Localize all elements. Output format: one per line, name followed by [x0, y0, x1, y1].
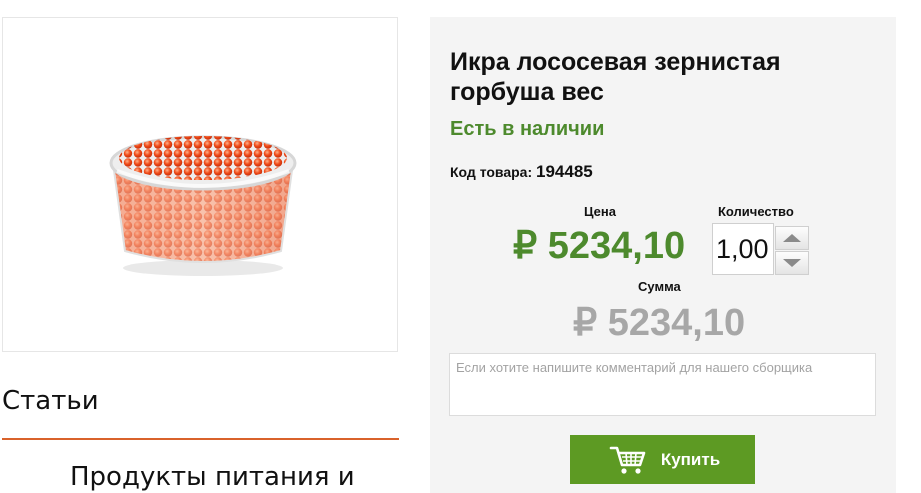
- arrow-up-icon: [783, 234, 801, 242]
- buy-button-label: Купить: [660, 449, 721, 469]
- cart-icon: [609, 446, 646, 474]
- availability-status: Есть в наличии: [450, 118, 605, 140]
- articles-divider: [2, 438, 399, 440]
- quantity-increase-button[interactable]: [775, 226, 809, 250]
- product-details-panel: Икра лососевая зернистая горбуша вес Ест…: [430, 17, 896, 493]
- product-title: Икра лососевая зернистая горбуша вес: [450, 48, 781, 106]
- sku-label: Код товара:: [450, 164, 533, 180]
- product-image-frame[interactable]: [2, 17, 398, 352]
- quantity-label: Количество: [718, 204, 794, 219]
- quantity-input[interactable]: [712, 223, 774, 275]
- price-label: Цена: [584, 204, 616, 219]
- price-value: ₽ 5234,10: [513, 225, 686, 267]
- total-value: ₽ 5234,10: [573, 302, 746, 344]
- sku-value: 194485: [536, 162, 593, 181]
- comment-textarea[interactable]: [449, 353, 876, 416]
- article-link-food[interactable]: Продукты питания и: [70, 462, 355, 492]
- caviar-jar-image: [109, 135, 297, 276]
- buy-button[interactable]: Купить: [570, 435, 755, 484]
- articles-heading: Статьи: [2, 386, 99, 416]
- quantity-decrease-button[interactable]: [775, 251, 809, 275]
- total-label: Сумма: [638, 279, 681, 294]
- arrow-down-icon: [783, 259, 801, 267]
- sku-row: Код товара: 194485: [450, 162, 593, 182]
